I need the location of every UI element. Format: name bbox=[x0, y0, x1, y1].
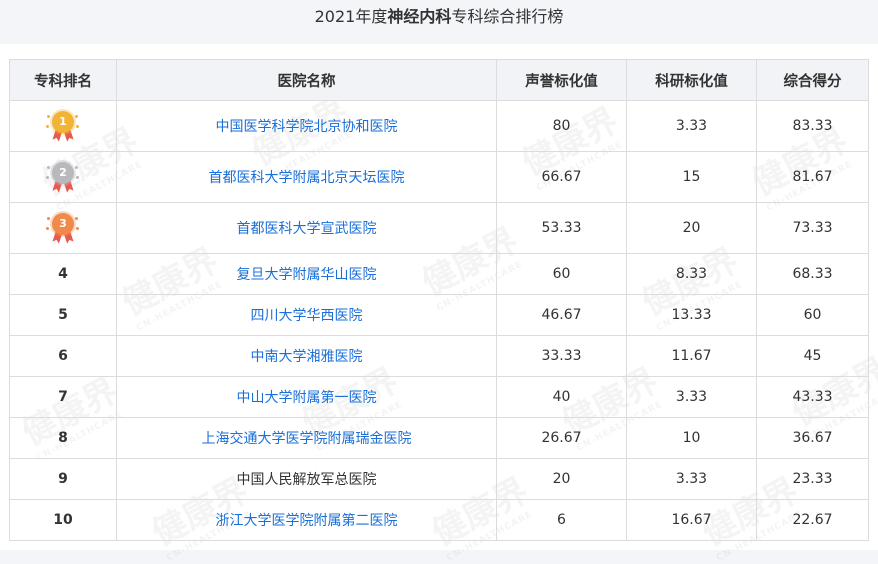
hospital-cell: 首都医科大学附属北京天坛医院 bbox=[116, 151, 497, 203]
total-score-cell: 23.33 bbox=[756, 458, 869, 500]
hospital-cell: 中国人民解放军总医院 bbox=[116, 458, 497, 500]
reputation-cell: 60 bbox=[496, 253, 627, 295]
table-row: 8 上海交通大学医学院附属瑞金医院 26.67 10 36.67 bbox=[9, 417, 869, 459]
total-score-cell: 73.33 bbox=[756, 202, 869, 254]
bronze-medal-icon: 3 bbox=[46, 211, 80, 245]
total-score-cell: 83.33 bbox=[756, 100, 869, 152]
research-cell: 8.33 bbox=[626, 253, 757, 295]
rank-number: 5 bbox=[58, 307, 68, 323]
table-header-row: 专科排名 医院名称 声誉标化值 科研标化值 综合得分 bbox=[9, 59, 869, 101]
rank-number: 8 bbox=[58, 430, 68, 446]
research-cell: 20 bbox=[626, 202, 757, 254]
table-row: 6 中南大学湘雅医院 33.33 11.67 45 bbox=[9, 335, 869, 377]
hospital-cell: 浙江大学医学院附属第二医院 bbox=[116, 499, 497, 541]
hospital-link[interactable]: 中山大学附属第一医院 bbox=[237, 390, 377, 406]
medal-rank-number: 2 bbox=[52, 162, 74, 184]
hospital-cell: 上海交通大学医学院附属瑞金医院 bbox=[116, 417, 497, 459]
hospital-link[interactable]: 中南大学湘雅医院 bbox=[251, 349, 363, 365]
hospital-link[interactable]: 复旦大学附属华山医院 bbox=[237, 267, 377, 283]
research-cell: 16.67 bbox=[626, 499, 757, 541]
table-row: 5 四川大学华西医院 46.67 13.33 60 bbox=[9, 294, 869, 336]
reputation-cell: 40 bbox=[496, 376, 627, 418]
table-row: 2 首都医科大学附属北京天坛医院 66.67 15 81.67 bbox=[9, 151, 869, 203]
hospital-name: 中国人民解放军总医院 bbox=[236, 472, 377, 488]
rank-cell: 8 bbox=[9, 417, 117, 459]
table-row: 1 中国医学科学院北京协和医院 80 3.33 83.33 bbox=[9, 100, 869, 152]
rank-number: 7 bbox=[58, 389, 68, 405]
total-score-cell: 68.33 bbox=[756, 253, 869, 295]
ranking-panel: 健康界 CN-HEALTHCARE 健康界 CN-HEALTHCARE 健康界 CN-HE… bbox=[0, 44, 878, 563]
reputation-cell: 66.67 bbox=[496, 151, 627, 203]
medal-rank-number: 1 bbox=[52, 111, 74, 133]
reputation-cell: 53.33 bbox=[496, 202, 627, 254]
research-cell: 13.33 bbox=[626, 294, 757, 336]
hospital-link[interactable]: 中国医学科学院北京协和医院 bbox=[216, 119, 398, 135]
rank-cell: 3 bbox=[9, 202, 117, 254]
rank-number: 4 bbox=[58, 266, 68, 282]
title-suffix: 专科综合排行榜 bbox=[451, 7, 564, 26]
title-year: 2021年度 bbox=[314, 7, 388, 26]
table-row: 4 复旦大学附属华山医院 60 8.33 68.33 bbox=[9, 253, 869, 295]
hospital-link[interactable]: 四川大学华西医院 bbox=[251, 308, 363, 324]
total-score-cell: 81.67 bbox=[756, 151, 869, 203]
rank-cell: 7 bbox=[9, 376, 117, 418]
col-header-total: 综合得分 bbox=[756, 59, 869, 101]
research-cell: 3.33 bbox=[626, 458, 757, 500]
hospital-cell: 复旦大学附属华山医院 bbox=[116, 253, 497, 295]
reputation-cell: 80 bbox=[496, 100, 627, 152]
rank-cell: 1 bbox=[9, 100, 117, 152]
hospital-link[interactable]: 浙江大学医学院附属第二医院 bbox=[216, 513, 398, 529]
rank-number: 6 bbox=[58, 348, 68, 364]
page-title: 2021年度神经内科专科综合排行榜 bbox=[0, 0, 878, 44]
research-cell: 15 bbox=[626, 151, 757, 203]
total-score-cell: 22.67 bbox=[756, 499, 869, 541]
medal-rank-number: 3 bbox=[52, 213, 74, 235]
rank-cell: 9 bbox=[9, 458, 117, 500]
rank-cell: 10 bbox=[9, 499, 117, 541]
silver-medal-icon: 2 bbox=[46, 160, 80, 194]
title-specialty: 神经内科 bbox=[387, 7, 452, 26]
rank-cell: 6 bbox=[9, 335, 117, 377]
hospital-cell: 中山大学附属第一医院 bbox=[116, 376, 497, 418]
research-cell: 3.33 bbox=[626, 376, 757, 418]
research-cell: 11.67 bbox=[626, 335, 757, 377]
reputation-cell: 33.33 bbox=[496, 335, 627, 377]
reputation-cell: 26.67 bbox=[496, 417, 627, 459]
total-score-cell: 43.33 bbox=[756, 376, 869, 418]
total-score-cell: 36.67 bbox=[756, 417, 869, 459]
table-row: 9 中国人民解放军总医院 20 3.33 23.33 bbox=[9, 458, 869, 500]
reputation-cell: 6 bbox=[496, 499, 627, 541]
table-row: 10 浙江大学医学院附属第二医院 6 16.67 22.67 bbox=[9, 499, 869, 541]
gold-medal-icon: 1 bbox=[46, 109, 80, 143]
hospital-link[interactable]: 首都医科大学宣武医院 bbox=[237, 221, 377, 237]
col-header-reputation: 声誉标化值 bbox=[496, 59, 627, 101]
rank-cell: 4 bbox=[9, 253, 117, 295]
hospital-cell: 四川大学华西医院 bbox=[116, 294, 497, 336]
col-header-research: 科研标化值 bbox=[626, 59, 757, 101]
hospital-link[interactable]: 上海交通大学医学院附属瑞金医院 bbox=[202, 431, 412, 447]
research-cell: 3.33 bbox=[626, 100, 757, 152]
rank-number: 10 bbox=[53, 512, 73, 528]
rank-cell: 2 bbox=[9, 151, 117, 203]
col-header-rank: 专科排名 bbox=[9, 59, 117, 101]
research-cell: 10 bbox=[626, 417, 757, 459]
col-header-hospital: 医院名称 bbox=[116, 59, 497, 101]
reputation-cell: 46.67 bbox=[496, 294, 627, 336]
rank-cell: 5 bbox=[9, 294, 117, 336]
reputation-cell: 20 bbox=[496, 458, 627, 500]
total-score-cell: 60 bbox=[756, 294, 869, 336]
total-score-cell: 45 bbox=[756, 335, 869, 377]
hospital-link[interactable]: 首都医科大学附属北京天坛医院 bbox=[209, 170, 405, 186]
hospital-cell: 中南大学湘雅医院 bbox=[116, 335, 497, 377]
hospital-cell: 首都医科大学宣武医院 bbox=[116, 202, 497, 254]
ranking-table: 专科排名 医院名称 声誉标化值 科研标化值 综合得分 1 中国医学科学院北京协和医… bbox=[9, 59, 869, 541]
hospital-cell: 中国医学科学院北京协和医院 bbox=[116, 100, 497, 152]
table-row: 7 中山大学附属第一医院 40 3.33 43.33 bbox=[9, 376, 869, 418]
rank-number: 9 bbox=[58, 471, 68, 487]
table-row: 3 首都医科大学宣武医院 53.33 20 73.33 bbox=[9, 202, 869, 254]
